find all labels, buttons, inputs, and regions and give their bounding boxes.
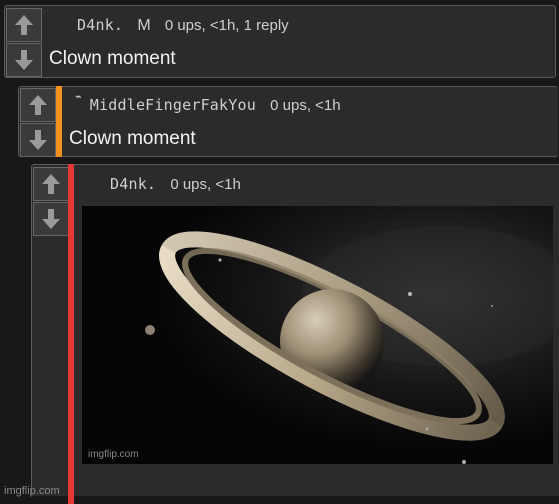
arrow-down-icon [29,130,47,150]
upvote-button[interactable] [20,88,56,122]
image-watermark: imgflip.com [88,449,139,460]
username-link[interactable]: D4nk. [110,175,156,193]
comment-meta: D4nk. 0 ups, <1h [110,175,241,193]
upvote-button[interactable] [33,167,69,201]
user-badge: M [137,17,151,34]
downvote-button[interactable] [20,123,56,157]
comment-text: Clown moment [69,128,196,149]
comment-stats: 0 ups, <1h, 1 reply [164,17,289,34]
reply-bar [56,86,62,157]
comment-stats: 0 ups, <1h [270,97,341,114]
arrow-up-icon [15,15,33,35]
comment-2: ⌁ MiddleFingerFakYou 0 ups, <1h Clown mo… [18,86,558,157]
comment-stats: 0 ups, <1h [170,176,241,193]
reply-bar [68,164,74,504]
comment-meta: ⌁ MiddleFingerFakYou 0 ups, <1h [75,91,341,114]
comments-page: { "comments": [ { "username": "D4nk.", "… [0,0,559,504]
arrow-down-icon [42,209,60,229]
site-watermark: imgflip.com [4,485,60,497]
username-link[interactable]: MiddleFingerFakYou [90,96,256,114]
upvote-button[interactable] [6,8,42,42]
arrow-up-icon [29,95,47,115]
arrow-down-icon [15,50,33,70]
comment-meta: D4nk. M 0 ups, <1h, 1 reply [77,16,289,35]
comment-1: D4nk. M 0 ups, <1h, 1 reply Clown moment [4,5,556,78]
comment-text: Clown moment [49,48,176,69]
user-flair-icon: ⌁ [75,91,82,103]
saturn-illustration [82,206,553,464]
username-link[interactable]: D4nk. [77,16,123,34]
comment-image-saturn[interactable]: imgflip.com [82,206,553,464]
downvote-button[interactable] [33,202,69,236]
downvote-button[interactable] [6,43,42,77]
arrow-up-icon [42,174,60,194]
